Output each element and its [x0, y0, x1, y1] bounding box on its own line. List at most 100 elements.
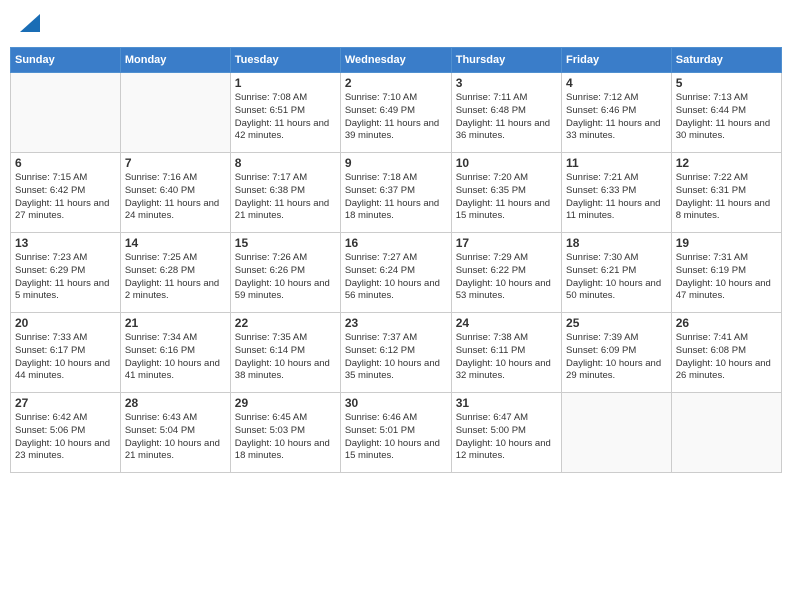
- day-header-monday: Monday: [120, 48, 230, 73]
- day-info: Sunrise: 6:45 AMSunset: 5:03 PMDaylight:…: [235, 412, 336, 463]
- calendar-cell: 15 Sunrise: 7:26 AMSunset: 6:26 PMDayligh…: [230, 233, 340, 313]
- calendar-cell: 7Sunrise: 7:16 AMSunset: 6:40 PMDaylight…: [120, 153, 230, 233]
- day-number: 8: [235, 156, 336, 170]
- logo: [18, 14, 40, 37]
- calendar-cell: [671, 393, 781, 473]
- day-number: 18: [566, 236, 667, 250]
- day-info: Sunrise: 7:17 AMSunset: 6:38 PMDaylight:…: [235, 172, 336, 223]
- day-number: 21: [125, 316, 226, 330]
- calendar-cell: 3Sunrise: 7:11 AMSunset: 6:48 PMDaylight…: [451, 73, 561, 153]
- day-info: Sunrise: 7:38 AMSunset: 6:11 PMDaylight:…: [456, 332, 557, 383]
- calendar-cell: 16Sunrise: 7:27 AMSunset: 6:24 PMDayligh…: [340, 233, 451, 313]
- calendar-cell: [11, 73, 121, 153]
- day-info: Sunrise: 6:47 AMSunset: 5:00 PMDaylight:…: [456, 412, 557, 463]
- day-header-friday: Friday: [562, 48, 672, 73]
- day-info: Sunrise: 7:30 AMSunset: 6:21 PMDaylight:…: [566, 252, 667, 303]
- day-number: 23: [345, 316, 447, 330]
- day-info: Sunrise: 7:39 AMSunset: 6:09 PMDaylight:…: [566, 332, 667, 383]
- day-number: 24: [456, 316, 557, 330]
- day-info: Sunrise: 7:41 AMSunset: 6:08 PMDaylight:…: [676, 332, 777, 383]
- calendar-cell: 30Sunrise: 6:46 AMSunset: 5:01 PMDayligh…: [340, 393, 451, 473]
- calendar-cell: 31 Sunrise: 6:47 AMSunset: 5:00 PMDayligh…: [451, 393, 561, 473]
- calendar-week-row: 1Sunrise: 7:08 AMSunset: 6:51 PMDaylight…: [11, 73, 782, 153]
- day-number: 3: [456, 76, 557, 90]
- day-info: Sunrise: 7:08 AMSunset: 6:51 PMDaylight:…: [235, 92, 336, 143]
- page-header: [10, 10, 782, 41]
- day-number: 25: [566, 316, 667, 330]
- calendar-cell: [562, 393, 672, 473]
- day-info: Sunrise: 7:21 AMSunset: 6:33 PMDaylight:…: [566, 172, 667, 223]
- day-number: 11: [566, 156, 667, 170]
- day-info: Sunrise: 6:46 AMSunset: 5:01 PMDaylight:…: [345, 412, 447, 463]
- day-info: Sunrise: 7:26 AMSunset: 6:26 PMDaylight:…: [235, 252, 336, 303]
- day-info: Sunrise: 7:13 AMSunset: 6:44 PMDaylight:…: [676, 92, 777, 143]
- calendar-cell: 29 Sunrise: 6:45 AMSunset: 5:03 PMDayligh…: [230, 393, 340, 473]
- calendar-week-row: 6 Sunrise: 7:15 AMSunset: 6:42 PMDaylight…: [11, 153, 782, 233]
- day-info: Sunrise: 7:37 AMSunset: 6:12 PMDaylight:…: [345, 332, 447, 383]
- day-number: 13: [15, 236, 116, 250]
- day-number: 22: [235, 316, 336, 330]
- logo-icon: [20, 14, 40, 32]
- day-number: 19: [676, 236, 777, 250]
- day-info: Sunrise: 7:29 AMSunset: 6:22 PMDaylight:…: [456, 252, 557, 303]
- day-header-saturday: Saturday: [671, 48, 781, 73]
- calendar-cell: [120, 73, 230, 153]
- day-number: 5: [676, 76, 777, 90]
- calendar-cell: 19 Sunrise: 7:31 AMSunset: 6:19 PMDayligh…: [671, 233, 781, 313]
- day-number: 17: [456, 236, 557, 250]
- day-info: Sunrise: 7:27 AMSunset: 6:24 PMDaylight:…: [345, 252, 447, 303]
- calendar-cell: 1Sunrise: 7:08 AMSunset: 6:51 PMDaylight…: [230, 73, 340, 153]
- calendar-cell: 4Sunrise: 7:12 AMSunset: 6:46 PMDaylight…: [562, 73, 672, 153]
- day-number: 26: [676, 316, 777, 330]
- calendar-cell: 13Sunrise: 7:23 AMSunset: 6:29 PMDayligh…: [11, 233, 121, 313]
- day-info: Sunrise: 6:42 AMSunset: 5:06 PMDaylight:…: [15, 412, 116, 463]
- calendar-cell: 10 Sunrise: 7:20 AMSunset: 6:35 PMDayligh…: [451, 153, 561, 233]
- day-number: 9: [345, 156, 447, 170]
- day-info: Sunrise: 7:12 AMSunset: 6:46 PMDaylight:…: [566, 92, 667, 143]
- day-info: Sunrise: 7:25 AMSunset: 6:28 PMDaylight:…: [125, 252, 226, 303]
- calendar-header-row: SundayMondayTuesdayWednesdayThursdayFrid…: [11, 48, 782, 73]
- day-number: 31: [456, 396, 557, 410]
- calendar-cell: 26 Sunrise: 7:41 AMSunset: 6:08 PMDayligh…: [671, 313, 781, 393]
- day-number: 10: [456, 156, 557, 170]
- calendar-cell: 21 Sunrise: 7:34 AMSunset: 6:16 PMDayligh…: [120, 313, 230, 393]
- calendar-week-row: 27 Sunrise: 6:42 AMSunset: 5:06 PMDayligh…: [11, 393, 782, 473]
- calendar-cell: 23 Sunrise: 7:37 AMSunset: 6:12 PMDayligh…: [340, 313, 451, 393]
- day-info: Sunrise: 7:33 AMSunset: 6:17 PMDaylight:…: [15, 332, 116, 383]
- day-info: Sunrise: 7:20 AMSunset: 6:35 PMDaylight:…: [456, 172, 557, 223]
- day-number: 27: [15, 396, 116, 410]
- day-number: 12: [676, 156, 777, 170]
- day-header-thursday: Thursday: [451, 48, 561, 73]
- day-number: 14: [125, 236, 226, 250]
- calendar-table: SundayMondayTuesdayWednesdayThursdayFrid…: [10, 47, 782, 473]
- day-info: Sunrise: 6:43 AMSunset: 5:04 PMDaylight:…: [125, 412, 226, 463]
- day-info: Sunrise: 7:15 AMSunset: 6:42 PMDaylight:…: [15, 172, 116, 223]
- day-info: Sunrise: 7:22 AMSunset: 6:31 PMDaylight:…: [676, 172, 777, 223]
- calendar-week-row: 13Sunrise: 7:23 AMSunset: 6:29 PMDayligh…: [11, 233, 782, 313]
- calendar-cell: 24 Sunrise: 7:38 AMSunset: 6:11 PMDayligh…: [451, 313, 561, 393]
- calendar-cell: 2 Sunrise: 7:10 AMSunset: 6:49 PMDaylight…: [340, 73, 451, 153]
- calendar-cell: 28Sunrise: 6:43 AMSunset: 5:04 PMDayligh…: [120, 393, 230, 473]
- calendar-cell: 18 Sunrise: 7:30 AMSunset: 6:21 PMDayligh…: [562, 233, 672, 313]
- day-header-sunday: Sunday: [11, 48, 121, 73]
- day-number: 29: [235, 396, 336, 410]
- day-info: Sunrise: 7:31 AMSunset: 6:19 PMDaylight:…: [676, 252, 777, 303]
- calendar-cell: 17 Sunrise: 7:29 AMSunset: 6:22 PMDayligh…: [451, 233, 561, 313]
- calendar-cell: 25 Sunrise: 7:39 AMSunset: 6:09 PMDayligh…: [562, 313, 672, 393]
- day-info: Sunrise: 7:34 AMSunset: 6:16 PMDaylight:…: [125, 332, 226, 383]
- day-number: 20: [15, 316, 116, 330]
- calendar-cell: 6 Sunrise: 7:15 AMSunset: 6:42 PMDaylight…: [11, 153, 121, 233]
- day-number: 15: [235, 236, 336, 250]
- day-info: Sunrise: 7:10 AMSunset: 6:49 PMDaylight:…: [345, 92, 447, 143]
- day-info: Sunrise: 7:18 AMSunset: 6:37 PMDaylight:…: [345, 172, 447, 223]
- calendar-cell: 8 Sunrise: 7:17 AMSunset: 6:38 PMDaylight…: [230, 153, 340, 233]
- calendar-cell: 22Sunrise: 7:35 AMSunset: 6:14 PMDayligh…: [230, 313, 340, 393]
- calendar-cell: 20 Sunrise: 7:33 AMSunset: 6:17 PMDayligh…: [11, 313, 121, 393]
- day-number: 2: [345, 76, 447, 90]
- calendar-cell: 27 Sunrise: 6:42 AMSunset: 5:06 PMDayligh…: [11, 393, 121, 473]
- day-header-wednesday: Wednesday: [340, 48, 451, 73]
- day-info: Sunrise: 7:16 AMSunset: 6:40 PMDaylight:…: [125, 172, 226, 223]
- day-header-tuesday: Tuesday: [230, 48, 340, 73]
- calendar-cell: 9 Sunrise: 7:18 AMSunset: 6:37 PMDaylight…: [340, 153, 451, 233]
- day-number: 6: [15, 156, 116, 170]
